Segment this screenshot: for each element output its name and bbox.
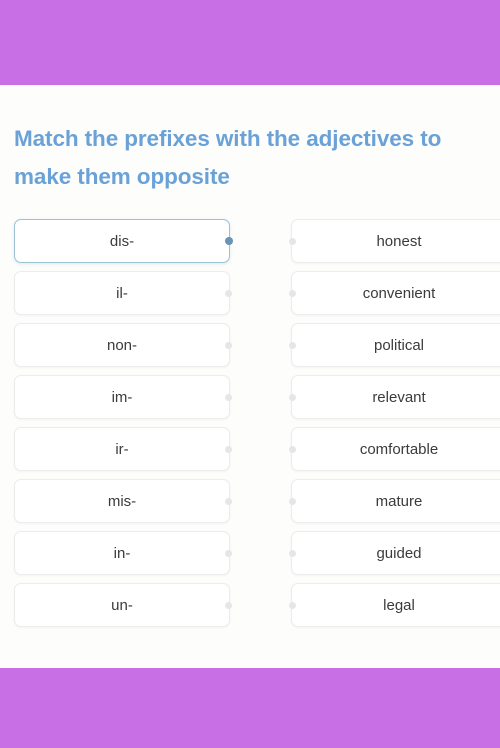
prefix-card[interactable]: im-	[14, 375, 232, 419]
adjective-label: convenient	[362, 284, 436, 302]
adjective-card[interactable]: relevant	[289, 375, 500, 419]
connector-dot-icon[interactable]	[225, 341, 232, 349]
prefix-column: dis-il-non-im-ir-mis-in-un-	[14, 219, 233, 635]
connector-dot-icon[interactable]	[225, 497, 232, 505]
prefix-label: un-	[111, 596, 133, 614]
prefix-card[interactable]: il-	[14, 271, 232, 315]
bottom-decorative-band	[0, 668, 500, 748]
connector-dot-icon[interactable]	[289, 393, 296, 401]
connector-dot-icon[interactable]	[289, 601, 296, 609]
adjective-card[interactable]: legal	[289, 583, 500, 627]
adjective-label: legal	[383, 596, 415, 614]
prefix-card[interactable]: ir-	[14, 427, 232, 471]
adjective-label: honest	[376, 232, 422, 250]
prefix-card[interactable]: in-	[14, 531, 232, 575]
adjective-label: mature	[375, 492, 423, 510]
adjective-card[interactable]: honest	[289, 219, 500, 263]
connector-dot-icon[interactable]	[225, 445, 232, 453]
prefix-label: ir-	[115, 440, 129, 458]
connector-dot-icon[interactable]	[289, 341, 296, 349]
adjective-label: political	[373, 336, 425, 354]
connector-dot-icon[interactable]	[289, 549, 296, 557]
adjective-card[interactable]: comfortable	[289, 427, 500, 471]
adjective-label: guided	[376, 544, 422, 562]
adjective-card[interactable]: convenient	[289, 271, 500, 315]
prefix-label: non-	[106, 336, 138, 354]
matching-board: dis-il-non-im-ir-mis-in-un- honest conven…	[0, 219, 500, 639]
prefix-card[interactable]: dis-	[14, 219, 233, 263]
adjective-card[interactable]: guided	[289, 531, 500, 575]
top-decorative-band	[0, 0, 500, 85]
prefix-card[interactable]: un-	[14, 583, 232, 627]
adjective-card[interactable]: political	[289, 323, 500, 367]
connector-dot-icon[interactable]	[289, 445, 296, 453]
prefix-card[interactable]: mis-	[14, 479, 232, 523]
prefix-label: dis-	[109, 232, 135, 250]
prefix-label: il-	[116, 284, 128, 302]
connector-dot-icon[interactable]	[225, 549, 232, 557]
page-title: Match the prefixes with the adjectives t…	[14, 126, 442, 190]
adjective-card[interactable]: mature	[289, 479, 500, 523]
connector-dot-icon[interactable]	[225, 393, 232, 401]
exercise-screen: Match the prefixes with the adjectives t…	[0, 0, 500, 748]
adjective-label: relevant	[372, 388, 426, 406]
prefix-card[interactable]: non-	[14, 323, 232, 367]
connector-dot-icon[interactable]	[289, 497, 296, 505]
connector-dot-icon[interactable]	[289, 289, 296, 297]
prefix-label: mis-	[107, 492, 137, 510]
adjective-label: comfortable	[359, 440, 439, 458]
connector-dot-icon[interactable]	[289, 237, 296, 245]
connector-dot-icon[interactable]	[224, 237, 233, 245]
connector-dot-icon[interactable]	[225, 289, 232, 297]
prefix-label: in-	[113, 544, 131, 562]
connector-dot-icon[interactable]	[225, 601, 232, 609]
adjective-column: honest convenient political relevant comfort…	[289, 219, 500, 635]
prefix-label: im-	[111, 388, 133, 406]
